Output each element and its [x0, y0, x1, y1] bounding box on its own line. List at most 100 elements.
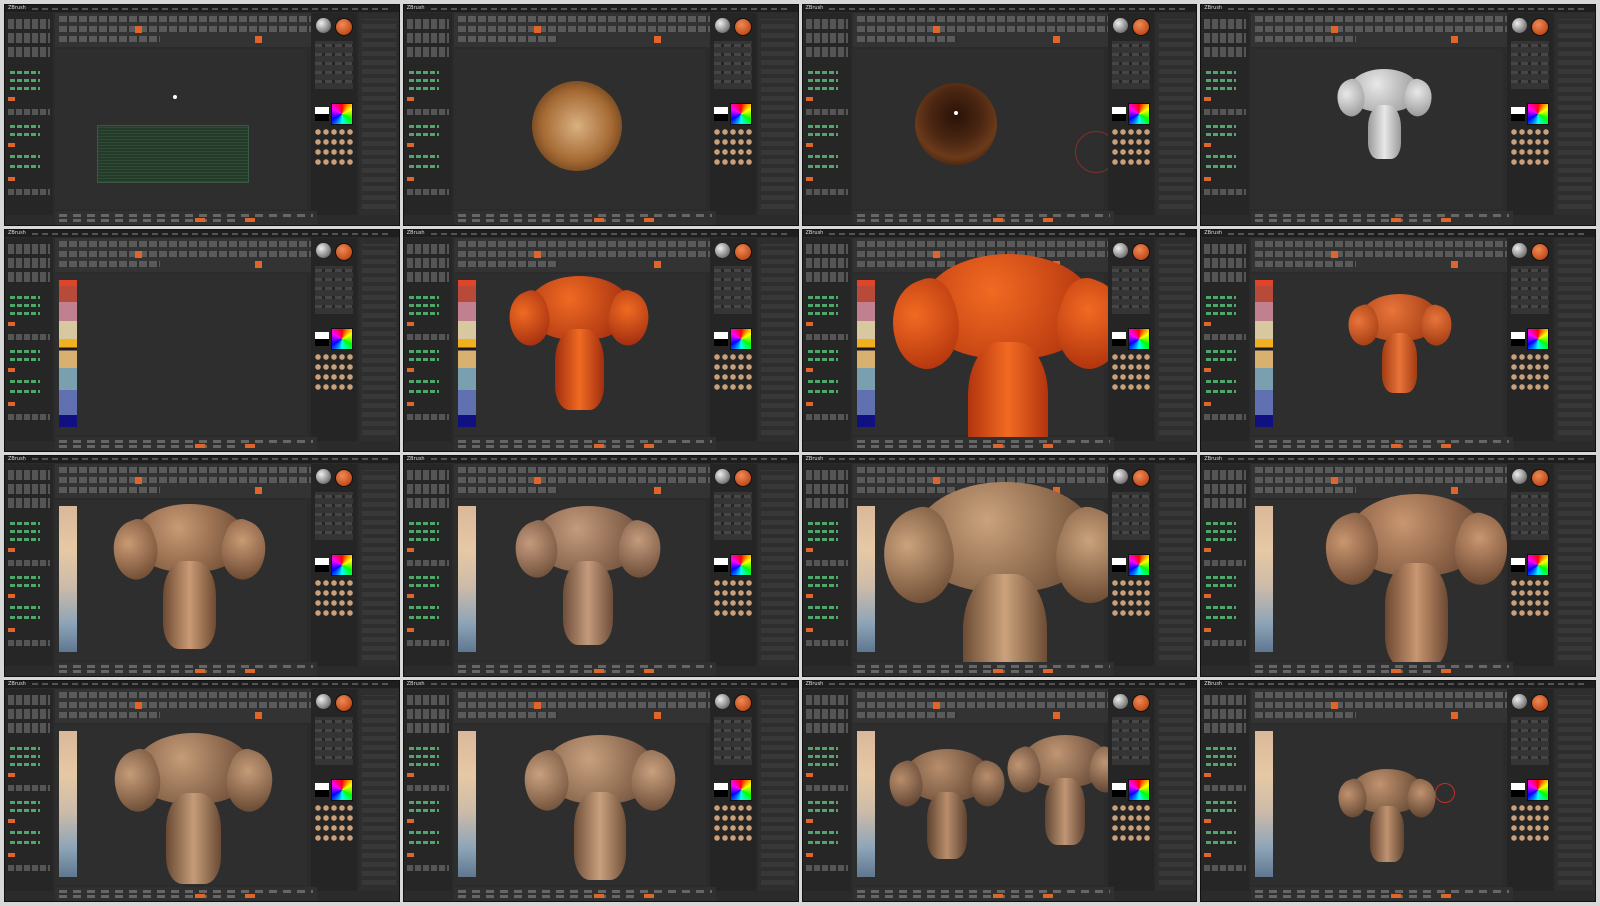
- tool-panel-rows[interactable]: [1558, 244, 1592, 435]
- shelf-slider[interactable]: [807, 746, 838, 750]
- material-row[interactable]: [314, 609, 353, 617]
- bottom-row[interactable]: [1255, 219, 1435, 223]
- rgb-mode-button[interactable]: [255, 36, 262, 43]
- color-swatch[interactable]: [1112, 557, 1127, 572]
- color-swatch[interactable]: [1511, 557, 1525, 572]
- bottom-row[interactable]: [59, 439, 313, 443]
- shelf-slider[interactable]: [408, 840, 439, 844]
- shelf-buttons[interactable]: [805, 722, 848, 733]
- palette-buttons[interactable]: [1112, 716, 1151, 765]
- right-tray[interactable]: [1507, 238, 1595, 441]
- shelf-slider[interactable]: [10, 304, 40, 308]
- material-row[interactable]: [713, 824, 752, 832]
- shelf-slider[interactable]: [1206, 71, 1237, 74]
- material-row[interactable]: [1112, 159, 1151, 166]
- bottom-shelf[interactable]: [852, 211, 1115, 226]
- material-row[interactable]: [713, 579, 752, 587]
- shelf-buttons[interactable]: [805, 864, 848, 871]
- shelf-buttons[interactable]: [8, 334, 50, 341]
- shelf-toggle[interactable]: [1204, 143, 1212, 147]
- shelf-slider[interactable]: [10, 165, 40, 168]
- shelf-buttons[interactable]: [1204, 559, 1247, 566]
- toolbar-row[interactable]: [1255, 251, 1509, 258]
- draw-mode-button[interactable]: [533, 26, 541, 33]
- shelf-buttons[interactable]: [805, 19, 848, 29]
- shelf-slider[interactable]: [1206, 529, 1237, 533]
- shelf-slider[interactable]: [10, 390, 40, 394]
- canvas-viewport[interactable]: [453, 274, 706, 435]
- toolbar-row[interactable]: [457, 466, 712, 473]
- brush-palette[interactable]: [1108, 463, 1155, 666]
- shelf-buttons[interactable]: [406, 708, 449, 719]
- shelf-toggle[interactable]: [8, 322, 15, 327]
- shelf-slider[interactable]: [807, 380, 838, 384]
- material-row[interactable]: [713, 354, 752, 362]
- menu-bar[interactable]: ZBrush: [802, 455, 1197, 463]
- shelf-buttons[interactable]: [805, 272, 848, 283]
- menu-items[interactable]: [430, 232, 790, 235]
- tool-panel-rows[interactable]: [361, 244, 396, 435]
- bottom-toggle[interactable]: [1391, 894, 1402, 898]
- shelf-buttons[interactable]: [8, 109, 50, 115]
- material-sphere-icon[interactable]: [733, 468, 752, 487]
- shelf-toggle[interactable]: [1204, 368, 1212, 373]
- draw-mode-button[interactable]: [135, 476, 142, 484]
- shelf-buttons[interactable]: [406, 864, 449, 871]
- shelf-slider[interactable]: [408, 800, 439, 804]
- toolbar-row[interactable]: [457, 241, 712, 248]
- material-row[interactable]: [713, 599, 752, 607]
- shelf-toggle[interactable]: [805, 627, 813, 632]
- shelf-buttons[interactable]: [8, 483, 50, 494]
- shelf-slider[interactable]: [807, 133, 838, 136]
- shelf-slider[interactable]: [408, 155, 439, 158]
- brush-sphere-icon[interactable]: [714, 243, 730, 259]
- top-toolbar[interactable]: [55, 688, 317, 723]
- tool-panel[interactable]: [1156, 463, 1197, 666]
- draw-mode-button[interactable]: [1331, 701, 1339, 709]
- bottom-toggle[interactable]: [593, 443, 604, 448]
- color-picker-icon[interactable]: [1128, 328, 1151, 351]
- shelf-buttons[interactable]: [406, 483, 449, 494]
- bottom-toggle[interactable]: [245, 668, 255, 673]
- shelf-toggle[interactable]: [1204, 177, 1212, 181]
- material-row[interactable]: [1511, 579, 1549, 587]
- tool-panel-rows[interactable]: [1159, 694, 1194, 885]
- left-shelf[interactable]: [1201, 13, 1250, 216]
- shelf-slider[interactable]: [807, 615, 838, 619]
- color-swatch[interactable]: [1112, 782, 1127, 797]
- shelf-buttons[interactable]: [8, 864, 50, 871]
- color-picker-icon[interactable]: [729, 328, 752, 351]
- shelf-toggle[interactable]: [406, 402, 414, 407]
- material-row[interactable]: [1112, 364, 1151, 372]
- material-row[interactable]: [1511, 609, 1549, 617]
- shelf-slider[interactable]: [10, 358, 40, 362]
- material-row[interactable]: [1511, 599, 1549, 607]
- tool-panel[interactable]: [1156, 688, 1197, 891]
- left-shelf[interactable]: [5, 463, 53, 666]
- shelf-slider[interactable]: [1206, 800, 1237, 804]
- material-row[interactable]: [1511, 354, 1549, 362]
- shelf-slider[interactable]: [807, 296, 838, 300]
- shelf-slider[interactable]: [807, 312, 838, 316]
- tool-panel-rows[interactable]: [1159, 469, 1194, 660]
- shelf-toggle[interactable]: [805, 322, 813, 327]
- left-shelf[interactable]: [802, 688, 851, 891]
- brush-palette[interactable]: [310, 238, 357, 441]
- shelf-slider[interactable]: [1206, 575, 1237, 579]
- tool-panel[interactable]: [358, 13, 399, 216]
- shelf-buttons[interactable]: [805, 47, 848, 57]
- brush-palette[interactable]: [310, 13, 357, 216]
- material-sphere-icon[interactable]: [1132, 693, 1151, 712]
- shelf-buttons[interactable]: [805, 109, 848, 115]
- material-row[interactable]: [713, 129, 752, 136]
- toolbar-row[interactable]: [856, 36, 958, 42]
- color-swatch[interactable]: [1511, 107, 1525, 121]
- shelf-buttons[interactable]: [1204, 497, 1247, 508]
- shelf-toggle[interactable]: [406, 368, 414, 373]
- material-row[interactable]: [314, 834, 353, 842]
- color-swatch[interactable]: [713, 557, 728, 572]
- right-tray[interactable]: [1507, 688, 1595, 891]
- brush-palette[interactable]: [709, 688, 756, 891]
- shelf-toggle[interactable]: [1204, 772, 1212, 777]
- bottom-row[interactable]: [457, 444, 637, 448]
